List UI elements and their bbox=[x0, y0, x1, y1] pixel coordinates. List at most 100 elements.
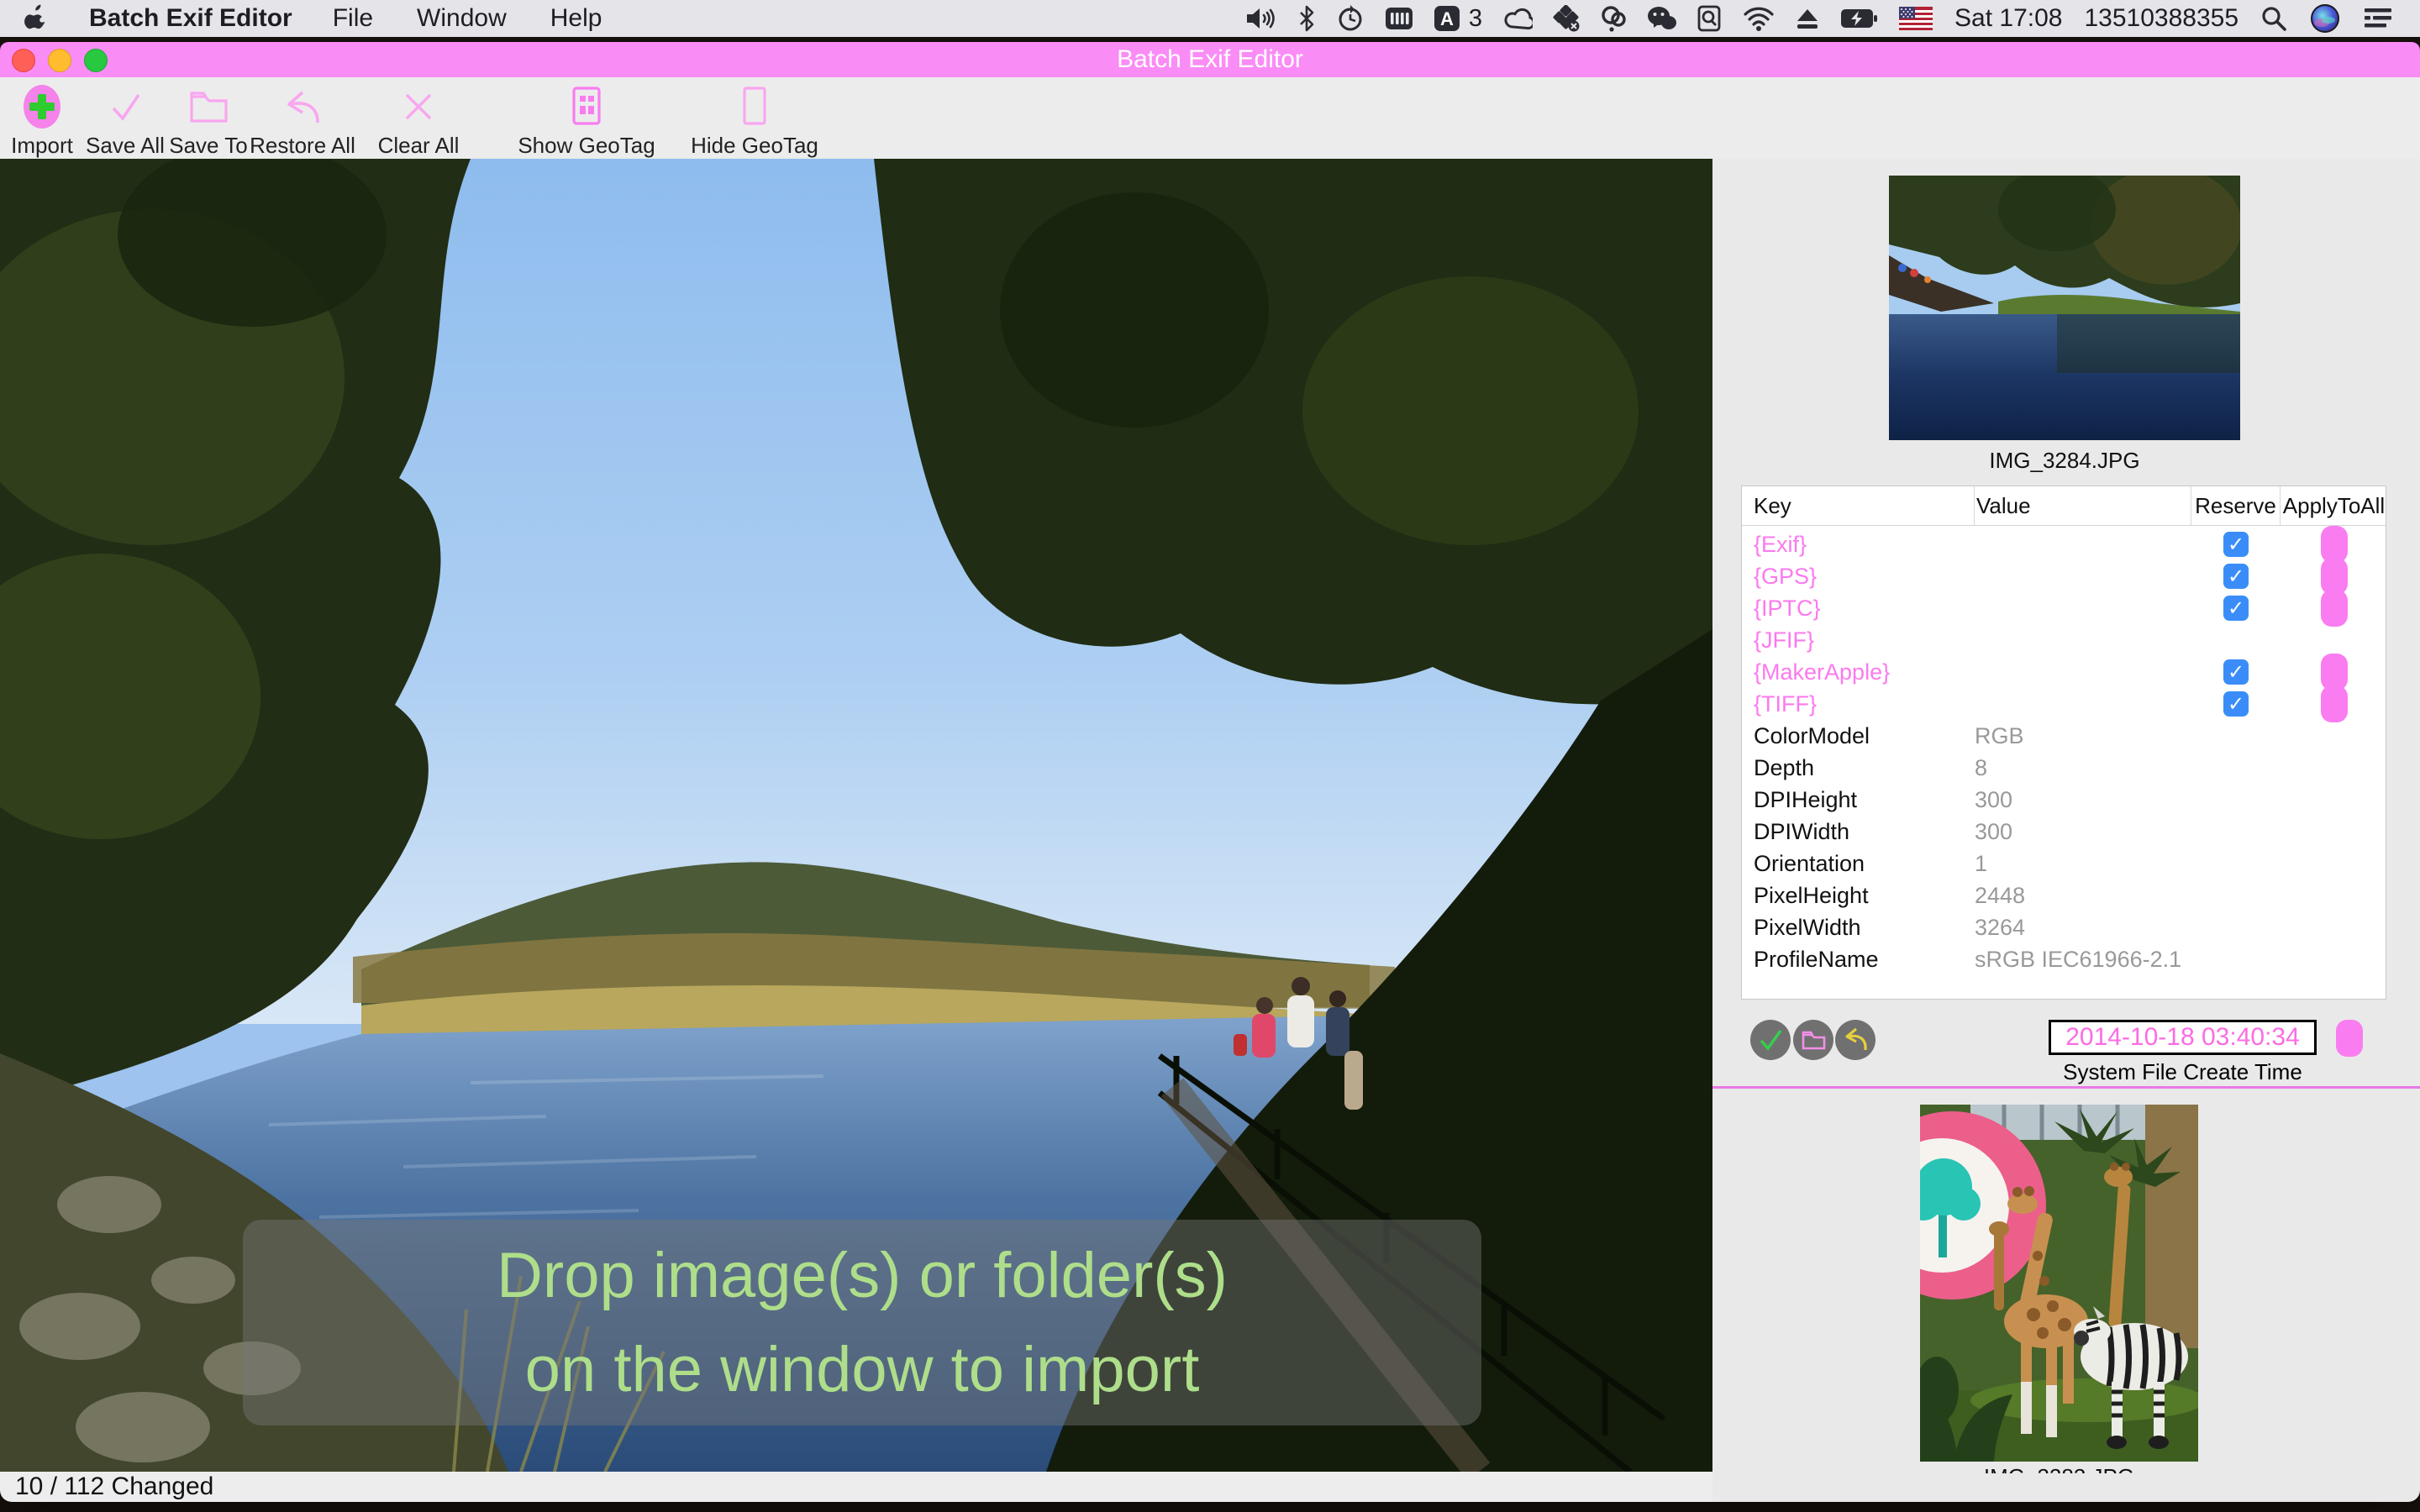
menubar-clock[interactable]: Sat 17:08 bbox=[1954, 4, 2062, 33]
toolbar: Import Save All Save To Restore All Clea… bbox=[0, 77, 2420, 160]
table-row[interactable]: {MakerApple} bbox=[1742, 654, 2386, 690]
menubar-menu-item[interactable]: File bbox=[333, 4, 373, 33]
toolbar-button[interactable]: Hide GeoTag bbox=[687, 82, 822, 159]
folder-circle-button[interactable] bbox=[1793, 1020, 1833, 1060]
table-row[interactable]: {JFIF} bbox=[1742, 622, 2386, 654]
eject-icon[interactable] bbox=[1795, 4, 1820, 33]
zoom-button[interactable] bbox=[84, 49, 108, 72]
creative-cloud-icon[interactable] bbox=[1504, 4, 1534, 33]
us-flag-icon[interactable] bbox=[1899, 4, 1933, 33]
table-row[interactable]: DPIWidth 300 bbox=[1742, 813, 2386, 845]
status-bar: 10 / 112 Changed bbox=[0, 1472, 1712, 1502]
search-icon[interactable] bbox=[2260, 4, 2287, 33]
selected-image-thumbnail[interactable] bbox=[1889, 176, 2240, 440]
sidebar: IMG_3284.JPG Key Value Reserve ApplyToAl… bbox=[1712, 159, 2420, 1502]
link-icon[interactable] bbox=[1600, 4, 1627, 33]
drop-hint-line1: Drop image(s) or folder(s) bbox=[497, 1239, 1228, 1311]
row-key: PixelHeight bbox=[1754, 882, 1869, 908]
hide-geotag-icon bbox=[734, 82, 775, 131]
minimize-button[interactable] bbox=[48, 49, 71, 72]
row-key: DPIWidth bbox=[1754, 818, 1850, 844]
sidebar-divider bbox=[1712, 1086, 2420, 1089]
exif-table-body: {Exif} {GPS} bbox=[1742, 526, 2386, 973]
battery-icon[interactable] bbox=[1840, 4, 1879, 33]
close-button[interactable] bbox=[12, 49, 35, 72]
input-source-badge: 3 bbox=[1468, 4, 1483, 32]
row-value: 2448 bbox=[1975, 882, 2026, 908]
row-value: 8 bbox=[1975, 754, 1988, 780]
table-row[interactable]: ProfileName sRGB IEC61966-2.1 bbox=[1742, 941, 2386, 973]
row-key: DPIHeight bbox=[1754, 786, 1858, 812]
wifi-icon[interactable] bbox=[1743, 4, 1775, 33]
row-key: PixelWidth bbox=[1754, 914, 1861, 940]
time-machine-icon[interactable] bbox=[1336, 4, 1365, 33]
title-bar[interactable]: Batch Exif Editor bbox=[0, 42, 2420, 77]
restore-all-icon bbox=[279, 82, 326, 131]
reserve-checkbox[interactable] bbox=[2223, 659, 2249, 685]
sync-icon[interactable] bbox=[1553, 4, 1580, 33]
exif-table: Key Value Reserve ApplyToAll {Exif} ✓ {G… bbox=[1741, 486, 2386, 1000]
reserve-checkbox[interactable] bbox=[2223, 596, 2249, 621]
bluetooth-icon[interactable] bbox=[1297, 4, 1316, 33]
input-source-icon[interactable]: A bbox=[1434, 4, 1460, 33]
row-value: 300 bbox=[1975, 786, 2013, 812]
table-row[interactable]: Depth 8 bbox=[1742, 749, 2386, 781]
drop-hint-overlay: Drop image(s) or folder(s) on the window… bbox=[243, 1220, 1481, 1425]
next-image-thumbnail[interactable] bbox=[1920, 1105, 2198, 1462]
main-image-drop-area[interactable]: Drop image(s) or folder(s) on the window… bbox=[0, 159, 1712, 1472]
reserve-checkbox[interactable] bbox=[2223, 532, 2249, 557]
row-key: {Exif} bbox=[1754, 531, 1807, 557]
row-key: ColorModel bbox=[1754, 722, 1870, 748]
row-value: 3264 bbox=[1975, 914, 2026, 940]
reserve-checkbox[interactable] bbox=[2223, 691, 2249, 717]
table-row[interactable]: Orientation 1 bbox=[1742, 845, 2386, 877]
toolbar-button[interactable]: Restore All bbox=[244, 82, 361, 159]
battery-widget-icon[interactable] bbox=[1385, 4, 1413, 33]
menubar-menu-item[interactable]: Help bbox=[550, 4, 602, 33]
toolbar-button[interactable]: Clear All bbox=[360, 82, 477, 159]
column-header-reserve: Reserve bbox=[2191, 486, 2281, 525]
column-header-key: Key bbox=[1742, 486, 1975, 525]
import-icon bbox=[20, 82, 64, 131]
menubar-app-name[interactable]: Batch Exif Editor bbox=[89, 4, 292, 33]
table-row[interactable]: PixelWidth 3264 bbox=[1742, 909, 2386, 941]
confirm-circle-button[interactable] bbox=[1750, 1020, 1791, 1060]
app-window: Batch Exif Editor Import Save All Save T… bbox=[0, 42, 2420, 1502]
window-title: Batch Exif Editor bbox=[1117, 45, 1303, 73]
system-file-create-time-field[interactable]: 2014-10-18 03:40:34 bbox=[2049, 1020, 2317, 1055]
table-row[interactable]: {GPS} bbox=[1742, 558, 2386, 595]
menubar-menu-item[interactable]: Window bbox=[417, 4, 507, 33]
toolbar-button[interactable]: Show GeoTag bbox=[518, 82, 655, 159]
menubar-menus: File Window Help bbox=[333, 4, 602, 33]
row-value: 1 bbox=[1975, 850, 1988, 876]
exif-table-header: Key Value Reserve ApplyToAll bbox=[1742, 486, 2386, 526]
row-key: Depth bbox=[1754, 754, 1815, 780]
datetime-applytoall-button[interactable] bbox=[2336, 1020, 2363, 1057]
table-row[interactable]: {Exif} bbox=[1742, 526, 2386, 563]
row-key: ProfileName bbox=[1754, 946, 1879, 972]
notification-list-icon[interactable] bbox=[2363, 4, 2393, 33]
undo-circle-button[interactable] bbox=[1835, 1020, 1876, 1060]
doc-search-icon[interactable] bbox=[1697, 4, 1723, 33]
next-image-filename: IMG_3283.JPG bbox=[1920, 1464, 2198, 1473]
table-row[interactable]: {IPTC} bbox=[1742, 590, 2386, 627]
table-row[interactable]: {TIFF} bbox=[1742, 685, 2386, 722]
wechat-icon[interactable] bbox=[1647, 4, 1677, 33]
save-all-icon bbox=[103, 82, 147, 131]
volume-icon[interactable] bbox=[1245, 4, 1277, 33]
reserve-checkbox[interactable] bbox=[2223, 564, 2249, 589]
menubar-phone-number: 13510388355 bbox=[2084, 4, 2238, 32]
siri-icon[interactable] bbox=[2311, 4, 2339, 33]
clear-all-icon bbox=[398, 82, 439, 131]
table-row[interactable]: DPIHeight 300 bbox=[1742, 781, 2386, 813]
svg-text:A: A bbox=[1440, 8, 1454, 29]
status-icons-b bbox=[1504, 4, 1933, 33]
table-row[interactable]: ColorModel RGB bbox=[1742, 717, 2386, 749]
table-row[interactable]: PixelHeight 2448 bbox=[1742, 877, 2386, 909]
row-value: RGB bbox=[1975, 722, 2024, 748]
row-key: {MakerApple} bbox=[1754, 659, 1891, 685]
row-key: {TIFF} bbox=[1754, 690, 1818, 717]
apple-icon[interactable] bbox=[24, 4, 49, 33]
status-icons-a: A bbox=[1245, 4, 1460, 33]
selected-image-filename: IMG_3284.JPG bbox=[1989, 448, 2140, 473]
